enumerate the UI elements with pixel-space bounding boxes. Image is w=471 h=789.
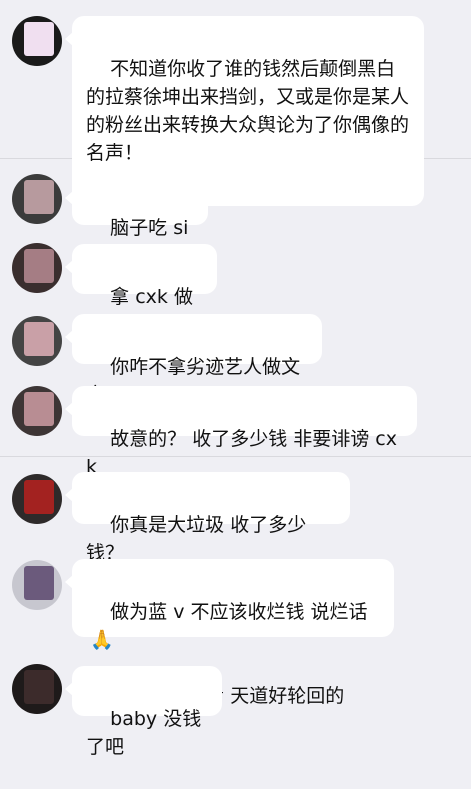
avatar-blur [24, 180, 54, 214]
message-text: 不知道你收了谁的钱然后颠倒黑白的拉蔡徐坤出来挡剑，又或是你是某人的粉丝出来转换大… [86, 58, 410, 164]
divider [0, 456, 471, 457]
avatar-blur [24, 249, 54, 283]
avatar-blur [24, 392, 54, 426]
message-text: 你真是大垃圾 收了多少钱？ [86, 514, 307, 564]
message-bubble[interactable]: 你真是大垃圾 收了多少钱？ [65, 472, 350, 564]
message-text: 做为蓝 v 不应该收烂钱 说烂话 [110, 601, 368, 623]
avatar-blur [24, 480, 54, 514]
avatar[interactable] [12, 243, 62, 293]
avatar[interactable] [12, 16, 62, 66]
praying-hands-icon: 🙏 [90, 629, 114, 651]
message-text: 故意的？ 收了多少钱 非要诽谤 cxk [86, 428, 397, 478]
message-bubble[interactable]: 拿 cxk 做文章 [65, 244, 217, 336]
avatar[interactable] [12, 664, 62, 714]
message-bubble[interactable]: 做为蓝 v 不应该收烂钱 说烂话🙏 人在做天在看 天道好轮回的 [65, 559, 394, 707]
avatar[interactable] [12, 474, 62, 524]
avatar-blur [24, 670, 54, 704]
avatar-blur [24, 322, 54, 356]
message-bubble[interactable]: 你咋不拿劣迹艺人做文章 [65, 314, 322, 406]
message-bubble[interactable]: 故意的？ 收了多少钱 非要诽谤 cxk [65, 386, 417, 478]
avatar[interactable] [12, 386, 62, 436]
avatar-blur [24, 566, 54, 600]
message-bubble[interactable]: baby 没钱了吧 [65, 666, 222, 758]
avatar-blur [24, 22, 54, 56]
avatar[interactable] [12, 560, 62, 610]
message-bubble[interactable]: 脑子吃 si 了？ [65, 175, 208, 267]
avatar[interactable] [12, 174, 62, 224]
avatar[interactable] [12, 316, 62, 366]
message-text: baby 没钱了吧 [86, 708, 202, 758]
